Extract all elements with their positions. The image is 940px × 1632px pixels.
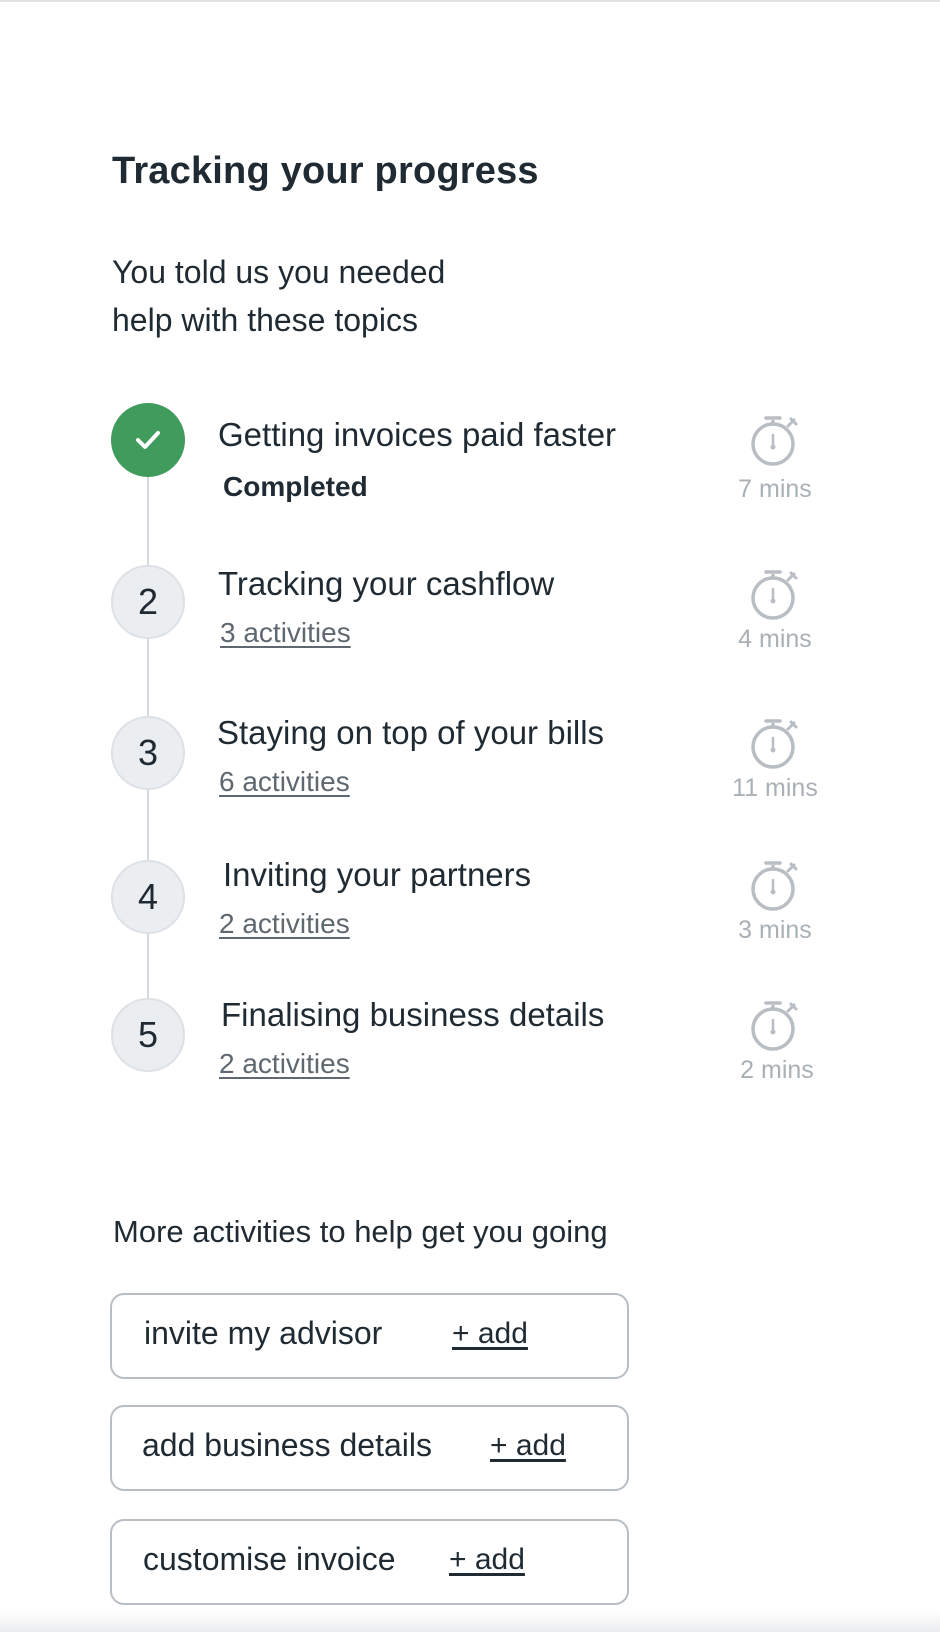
more-activities-heading: More activities to help get you going (113, 1214, 608, 1249)
stopwatch-icon (751, 861, 798, 911)
step-status: Completed (223, 471, 368, 502)
topic-step-5[interactable]: 5 Finalising business details 2 activiti… (0, 996, 940, 1108)
intro-line-1: You told us you needed (112, 254, 446, 290)
step-duration: 4 mins (738, 625, 812, 653)
activity-card-invite-advisor[interactable]: invite my advisor + add (110, 1293, 629, 1379)
activity-card-customise-invoice[interactable]: customise invoice + add (110, 1519, 629, 1605)
intro-line-2: help with these topics (112, 302, 418, 338)
step-duration: 7 mins (738, 475, 812, 503)
add-activity-link[interactable]: + add (449, 1543, 525, 1577)
step-number-badge: 5 (111, 998, 185, 1072)
bottom-shadow (0, 1612, 940, 1632)
activity-label: customise invoice (143, 1541, 396, 1577)
step-duration: 3 mins (738, 916, 812, 944)
step-duration: 11 mins (732, 774, 818, 802)
activity-label: add business details (142, 1427, 432, 1463)
add-activity-link[interactable]: + add (452, 1317, 528, 1351)
activity-label: invite my advisor (144, 1315, 383, 1351)
step-number-badge: 4 (111, 860, 185, 934)
topic-step-1[interactable]: Getting invoices paid faster Completed 7… (0, 403, 940, 513)
step-duration: 2 mins (740, 1056, 814, 1084)
top-divider (0, 0, 940, 2)
step-activities-link[interactable]: 2 activities (219, 1048, 350, 1080)
intro-text: You told us you needed help with these t… (112, 248, 532, 344)
add-activity-link[interactable]: + add (490, 1429, 566, 1463)
step-activities-link[interactable]: 3 activities (220, 617, 351, 649)
topic-step-4[interactable]: 4 Inviting your partners 2 activities 3 … (0, 856, 940, 970)
stopwatch-icon (751, 1001, 798, 1051)
step-title: Staying on top of your bills (217, 714, 605, 751)
stopwatch-icon (751, 719, 798, 769)
step-title: Finalising business details (221, 996, 605, 1033)
step-number-badge: 2 (111, 565, 185, 639)
page-title: Tracking your progress (112, 150, 539, 192)
step-title: Getting invoices paid faster (218, 416, 617, 453)
step-number-badge: 3 (111, 716, 185, 790)
step-activities-link[interactable]: 2 activities (219, 908, 350, 940)
step-completed-badge (111, 403, 185, 477)
activity-card-add-business-details[interactable]: add business details + add (110, 1405, 629, 1491)
stopwatch-icon (751, 570, 798, 620)
topic-step-3[interactable]: 3 Staying on top of your bills 6 activit… (0, 714, 940, 826)
topic-step-2[interactable]: 2 Tracking your cashflow 3 activities 4 … (0, 565, 940, 675)
step-title: Tracking your cashflow (218, 565, 555, 602)
step-activities-link[interactable]: 6 activities (219, 766, 350, 798)
check-icon (136, 431, 160, 449)
step-title: Inviting your partners (223, 856, 532, 893)
stopwatch-icon (751, 416, 798, 466)
